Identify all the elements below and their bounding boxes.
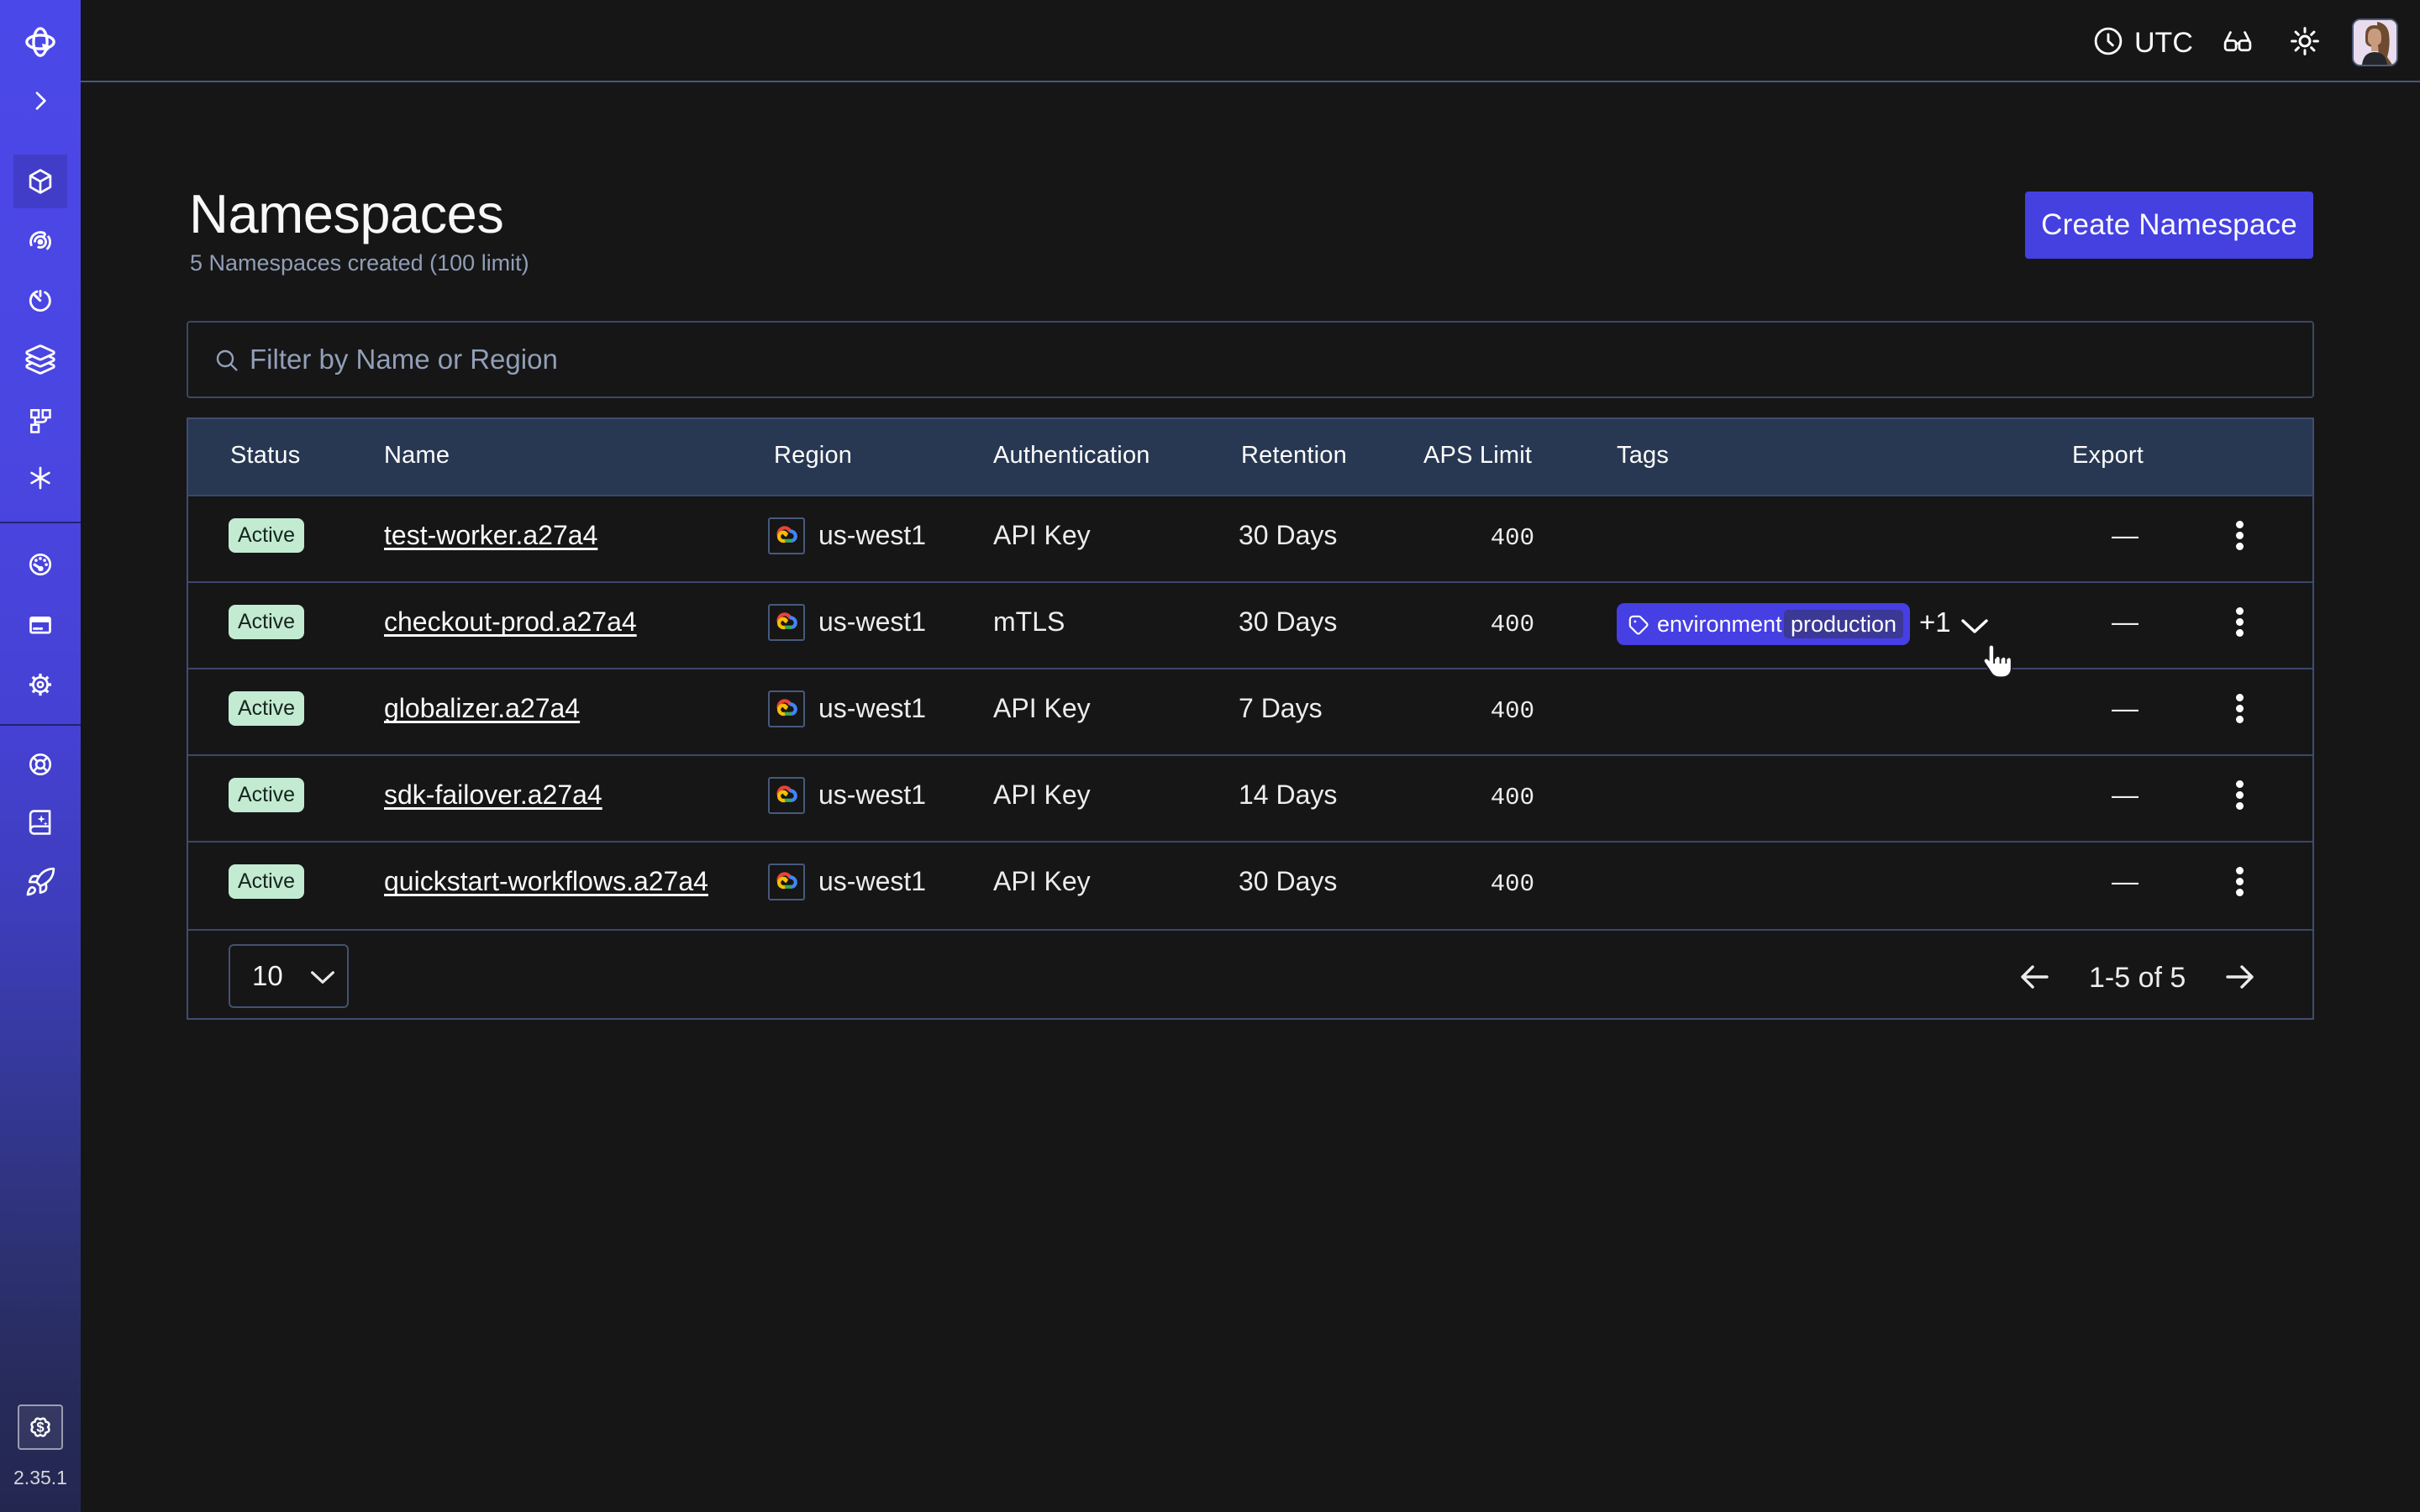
svg-text:$: $ — [36, 1420, 44, 1436]
